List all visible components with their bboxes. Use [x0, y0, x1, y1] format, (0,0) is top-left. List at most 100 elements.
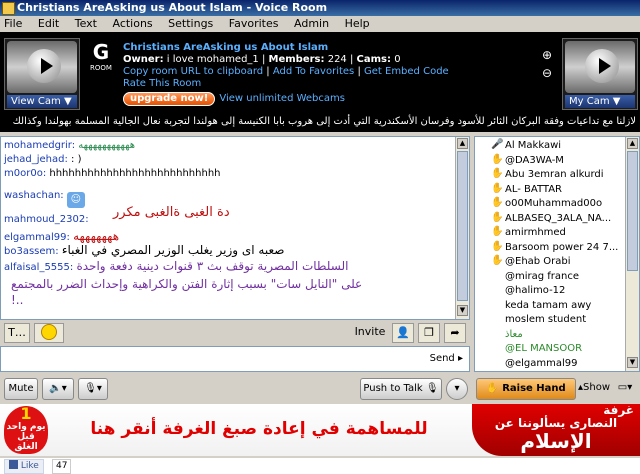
speaker-volume-button[interactable]: 🔈▾	[42, 378, 74, 400]
chat-line: jehad_jehad: : )	[4, 154, 82, 165]
users-scroll-thumb[interactable]	[627, 151, 638, 271]
user-list-item[interactable]: @mirag france	[505, 270, 579, 283]
chat-line: !..	[11, 293, 24, 307]
chat-line: m0or0o: hhhhhhhhhhhhhhhhhhhhhhhhhhh	[4, 168, 221, 179]
zoom-out-icon[interactable]: ⊖	[540, 66, 554, 80]
menu-file[interactable]: File	[4, 17, 22, 30]
copy-url-link[interactable]: Copy room URL to clipboard	[123, 66, 263, 77]
window-title: Christians AreAsking us About Islam - Vo…	[17, 1, 328, 14]
user-list-item[interactable]: @halimo-12	[505, 284, 565, 297]
scroll-down-icon[interactable]: ▼	[457, 305, 468, 316]
push-to-talk-button[interactable]: Push to Talk 🎙	[360, 378, 442, 400]
user-list-item[interactable]: moslem student	[505, 313, 586, 326]
upgrade-button[interactable]: upgrade now!	[123, 92, 216, 106]
scroll-up-icon[interactable]: ▲	[627, 138, 638, 149]
view-cam-label[interactable]: View Cam ▼	[7, 95, 77, 108]
room-type-icon: G ROOM	[90, 40, 112, 72]
user-list-item[interactable]: معاذ	[505, 328, 523, 341]
chat-line: mahmoud_2302:	[4, 214, 89, 225]
like-button[interactable]: Like	[4, 459, 44, 474]
play-button[interactable]	[27, 49, 61, 83]
microphone-icon: 🎤	[491, 139, 504, 150]
microphone-icon: 🎙	[84, 383, 97, 394]
send-button[interactable]: Send ▸	[430, 353, 463, 364]
user-list-item[interactable]: @DA3WA-M	[505, 154, 564, 167]
message-input[interactable]: Send ▸	[0, 346, 470, 372]
menu-settings[interactable]: Settings	[168, 17, 213, 30]
add-user-icon[interactable]: 👤	[392, 323, 414, 343]
users-scrollbar[interactable]: ▲ ▼	[625, 137, 639, 371]
my-cam-panel[interactable]: My Cam ▼	[562, 38, 638, 110]
my-cam-display	[565, 41, 635, 93]
user-list-item[interactable]: Barsoom power 24 7...	[505, 241, 618, 254]
emoticon-button[interactable]	[34, 323, 64, 343]
user-list-item[interactable]: @elgammal99	[505, 357, 578, 370]
raised-hand-icon: ✋	[491, 211, 504, 223]
speaker-icon: 🔈	[49, 383, 62, 394]
raise-hand-button[interactable]: ✋ Raise Hand	[476, 378, 576, 400]
show-button[interactable]: ▴Show	[578, 378, 610, 400]
zoom-in-icon[interactable]: ⊕	[540, 48, 554, 62]
user-list: 🎤 Al Makkawi ✋ @DA3WA-M ✋ Abu 3emran alkurdi ✋…	[474, 136, 640, 372]
menu-admin[interactable]: Admin	[294, 17, 329, 30]
user-list-item[interactable]: ALBASEQ_3ALA_NA...	[505, 212, 611, 225]
app-icon	[2, 2, 15, 15]
user-list-item[interactable]: Al Makkawi	[505, 139, 561, 152]
add-favorites-link[interactable]: Add To Favorites	[273, 66, 354, 77]
share-icon[interactable]: ➦	[444, 323, 466, 343]
scroll-up-icon[interactable]: ▲	[457, 138, 468, 149]
facebook-like-icon	[9, 460, 18, 469]
user-list-item[interactable]: o00Muhammad00o	[505, 197, 602, 210]
menu-favorites[interactable]: Favorites	[229, 17, 279, 30]
raised-hand-icon: ✋	[491, 182, 504, 194]
raised-hand-icon: ✋	[491, 168, 504, 179]
dropdown-arrow-icon: ▼	[63, 96, 72, 107]
mute-button[interactable]: Mute	[4, 378, 38, 400]
user-list-item[interactable]: @Ehab Orabi	[505, 255, 571, 268]
chat-log: mohamedgrir: هههههههههههه jehad_jehad: :…	[0, 136, 470, 320]
send-arrow-icon: ▸	[457, 353, 463, 364]
menu-bar: File Edit Text Actions Settings Favorite…	[0, 16, 640, 32]
raised-hand-icon: ✋	[491, 226, 504, 237]
my-cam-play-button[interactable]	[585, 49, 619, 83]
my-cam-label[interactable]: My Cam ▼	[565, 95, 635, 108]
raised-hand-icon: ✋	[491, 153, 504, 165]
chevron-down-icon: ▾	[454, 383, 460, 394]
user-list-item[interactable]: keda tamam awy	[505, 299, 591, 312]
hand-icon: ✋	[486, 383, 499, 394]
chat-line: alfaisal_5555: السلطات المصرية توقف بث ٣…	[4, 259, 349, 273]
menu-actions[interactable]: Actions	[112, 17, 152, 30]
facebook-bar: Like 47	[0, 458, 640, 474]
menu-help[interactable]: Help	[345, 17, 370, 30]
text-format-button[interactable]: T…	[4, 323, 30, 343]
talk-options-button[interactable]: ▾	[446, 378, 468, 400]
smiley-icon	[41, 324, 57, 340]
view-webcams-link[interactable]: View unlimited Webcams	[219, 93, 345, 104]
rate-room-link[interactable]: Rate This Room	[123, 78, 533, 90]
chat-scrollbar[interactable]: ▲ ▼	[455, 137, 469, 319]
display-options-icon[interactable]: ▭▾	[612, 378, 638, 400]
chat-scroll-thumb[interactable]	[457, 151, 468, 301]
view-cam-panel[interactable]: View Cam ▼	[4, 38, 80, 110]
menu-edit[interactable]: Edit	[38, 17, 59, 30]
like-count: 47	[52, 459, 72, 474]
copy-icon[interactable]: ❐	[418, 323, 440, 343]
scroll-down-icon[interactable]: ▼	[627, 357, 638, 368]
promo-banner[interactable]: 1 يوم واحد قبل الغلق للمساهمة في إعادة ص…	[0, 404, 640, 456]
embed-code-link[interactable]: Get Embed Code	[364, 66, 449, 77]
chat-line: elgammal99: هههههههه	[4, 229, 120, 243]
play-icon	[599, 58, 611, 74]
chat-line: washachan: ☺	[4, 190, 85, 208]
user-list-item[interactable]: amirmhmed	[505, 226, 566, 239]
menu-text[interactable]: Text	[75, 17, 97, 30]
mic-volume-button[interactable]: 🎙▾	[78, 378, 108, 400]
room-info: Christians AreAsking us About Islam Owne…	[123, 42, 533, 108]
news-ticker: لازلنا مع تداعيات وفقة البركان الثائر لل…	[0, 112, 640, 132]
user-list-item[interactable]: Abu 3emran alkurdi	[505, 168, 604, 181]
user-list-item[interactable]: @EL MANSOOR	[505, 342, 582, 355]
invite-button[interactable]: Invite	[352, 323, 388, 343]
user-list-item[interactable]: AL- BATTAR	[505, 183, 562, 196]
chat-line: دة الغبى ةالغبى مكرر	[113, 205, 230, 220]
cam-display	[7, 41, 77, 93]
banner-main-text: للمساهمة في إعادة صبغ الغرفة أنقر هنا	[90, 419, 428, 439]
